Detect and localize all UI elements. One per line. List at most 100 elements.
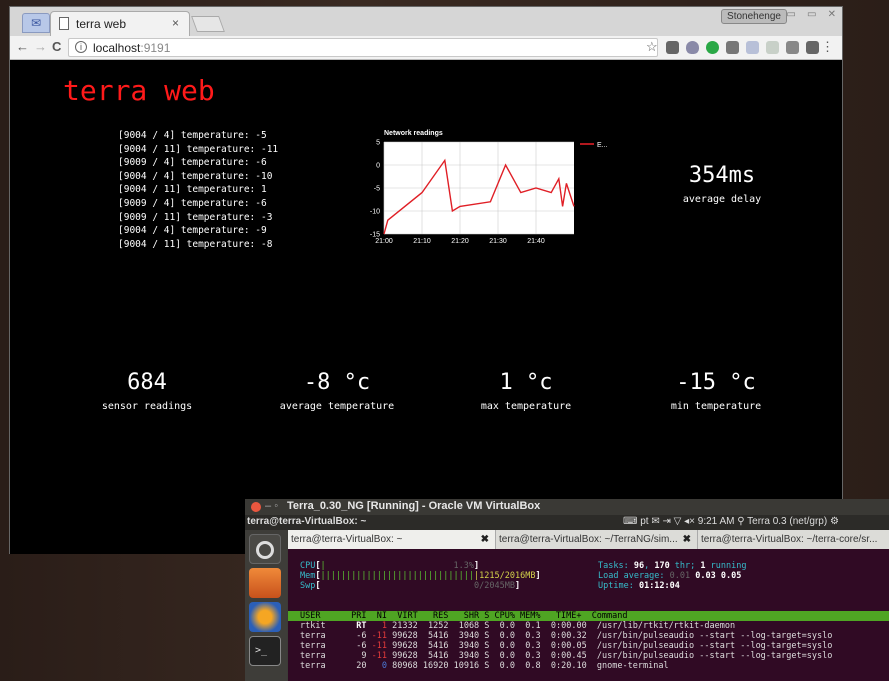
extension-shield-icon[interactable] xyxy=(686,41,699,54)
stat-min-temperature: -15 °c min temperature xyxy=(621,370,811,412)
process-shr: 1068 xyxy=(448,621,480,631)
process-mem: 0.8 xyxy=(515,661,541,671)
virtualbox-window: – ◦ Terra_0.30_NG [Running] - Oracle VM … xyxy=(245,499,889,681)
avg-temp-value: -8 °c xyxy=(303,370,371,395)
process-cpu: 0.0 xyxy=(489,651,516,661)
x-tick-label: 21:10 xyxy=(413,238,431,245)
network-readings-chart: Network readings50-5-10-1521:00 21:10 21:2… xyxy=(370,130,608,245)
process-row[interactable]: terra 20 0 80968 16920 10916 S 0.0 0.8 0… xyxy=(300,661,669,671)
readings-value: 684 xyxy=(127,370,167,395)
profile-icon[interactable]: ✉ xyxy=(22,13,50,33)
unity-launcher: >_ xyxy=(245,530,287,681)
tab-close-icon[interactable]: ✖ xyxy=(481,530,489,549)
guest-tray[interactable]: ⌨ pt ✉ ⇥ ▽ ◂× 9:21 AM ⚲ Terra 0.3 (net/g… xyxy=(623,516,839,527)
delay-label: average delay xyxy=(682,194,762,205)
site-info-icon[interactable]: i xyxy=(75,41,87,53)
address-bar[interactable]: i localhost:9191 xyxy=(68,38,658,57)
forward-icon[interactable]: → xyxy=(34,39,47,54)
maximize-icon[interactable]: ◦ xyxy=(274,500,278,512)
tasks-label: Tasks: xyxy=(598,561,634,571)
tasks-count: 96 xyxy=(633,561,645,571)
process-cpu: 0.0 xyxy=(489,661,516,671)
extension-pocket-icon[interactable] xyxy=(666,41,679,54)
process-s: S xyxy=(479,651,490,661)
terminal-tab-1[interactable]: terra@terra-VirtualBox: ~ ✖ xyxy=(288,530,496,549)
stat-sensor-readings: 684 sensor readings xyxy=(52,370,242,412)
gnome-terminal[interactable]: terra@terra-VirtualBox: ~ ✖ terra@terra-… xyxy=(288,530,889,681)
extension-dropbox-icon[interactable] xyxy=(746,41,759,54)
process-ni: -11 xyxy=(366,651,388,661)
reading-line: [9009 / 11] temperature: -3 xyxy=(118,211,273,223)
load-5: 0.03 xyxy=(695,571,716,581)
browser-tab[interactable]: terra web × xyxy=(50,11,190,36)
process-row[interactable]: rtkit RT 1 21332 1252 1068 S 0.0 0.1 0:0… xyxy=(300,621,735,631)
menu-icon[interactable]: ⋮ xyxy=(821,39,834,55)
readings-list: [9004 / 4] temperature: -5 [9004 / 11] te… xyxy=(118,129,278,251)
files-icon[interactable] xyxy=(249,568,281,598)
bookmark-star-icon[interactable]: ☆ xyxy=(646,39,658,55)
extension-settings-icon[interactable] xyxy=(786,41,799,54)
profile-name-button[interactable]: Stonehenge xyxy=(721,9,787,24)
reading-line: [9004 / 4] temperature: -5 xyxy=(118,130,267,141)
process-virt: 21332 xyxy=(387,621,418,631)
process-user: terra xyxy=(300,631,341,641)
process-header-text[interactable]: USER PRI NI VIRT RES SHR S CPU% MEM% TIM… xyxy=(300,611,628,621)
load-1: 0.01 xyxy=(669,571,691,581)
reading-line: [9004 / 4] temperature: -9 xyxy=(118,225,267,237)
dash-icon[interactable] xyxy=(249,534,281,564)
minimize-icon[interactable]: – xyxy=(265,500,271,512)
tab-close-icon[interactable]: × xyxy=(172,16,179,30)
process-cpu: 0.0 xyxy=(489,621,516,631)
terminal-tab-label: terra@terra-VirtualBox: ~/TerraNG/sim... xyxy=(499,534,678,545)
tasks-sep: , xyxy=(644,561,655,571)
browser-toolbar: ← → C i localhost:9191 ☆ ⋮ xyxy=(10,36,842,60)
reading-line: [9004 / 4] temperature: -10 xyxy=(118,170,273,182)
x-tick-label: 21:30 xyxy=(489,238,507,245)
swap-meter: Swp[ 0/2045MB] xyxy=(300,581,521,591)
url-host: localhost xyxy=(93,41,141,55)
process-row[interactable]: terra -6 -11 99628 5416 3940 S 0.0 0.3 0… xyxy=(300,641,832,651)
process-row[interactable]: terra -6 -11 99628 5416 3940 S 0.0 0.3 0… xyxy=(300,631,832,641)
back-icon[interactable]: ← xyxy=(16,39,29,54)
terminal-tab-3[interactable]: terra@terra-VirtualBox: ~/terra-core/sr.… xyxy=(698,530,889,549)
extension-counter-icon[interactable] xyxy=(806,41,819,54)
reload-icon[interactable]: C xyxy=(52,39,61,54)
process-shr: 3940 xyxy=(448,651,480,661)
extension-green-icon[interactable] xyxy=(706,41,719,54)
extension-grid-icon[interactable] xyxy=(766,41,779,54)
mem-value: 1215/2016MB xyxy=(479,571,536,581)
extension-mail-icon[interactable] xyxy=(726,41,739,54)
process-row[interactable]: terra 9 -11 99628 5416 3940 S 0.0 0.3 0:… xyxy=(300,651,832,661)
firefox-icon[interactable] xyxy=(249,602,281,632)
process-mem: 0.1 xyxy=(515,621,541,631)
terminal-icon[interactable]: >_ xyxy=(249,636,281,666)
new-tab-button[interactable] xyxy=(191,16,225,32)
reading-line: [9009 / 4] temperature: -6 xyxy=(118,197,267,209)
window-controls[interactable]: ▭ ▭ ✕ xyxy=(786,9,840,20)
process-ni: -11 xyxy=(366,631,388,641)
threads-label: thr; xyxy=(669,561,701,571)
process-virt: 99628 xyxy=(387,651,418,661)
process-pri: -6 xyxy=(340,641,367,651)
process-s: S xyxy=(479,641,490,651)
process-time: 0:00.00 xyxy=(540,621,587,631)
process-ni: 1 xyxy=(366,621,388,631)
window-menu-icons[interactable]: – ◦ xyxy=(265,500,278,512)
process-header[interactable]: USER PRI NI VIRT RES SHR S CPU% MEM% TIM… xyxy=(288,611,889,621)
uptime-value: 01:12:04 xyxy=(638,581,680,591)
process-cmd: /usr/bin/pulseaudio --start --log-target… xyxy=(586,641,833,651)
terminal-tab-2[interactable]: terra@terra-VirtualBox: ~/TerraNG/sim...… xyxy=(496,530,698,549)
tab-close-icon[interactable]: ✖ xyxy=(683,530,691,549)
process-pri: RT xyxy=(340,621,367,631)
stat-max-temperature: 1 °c max temperature xyxy=(431,370,621,412)
process-virt: 99628 xyxy=(387,641,418,651)
process-time: 0:00.45 xyxy=(540,651,587,661)
process-pri: 20 xyxy=(340,661,367,671)
close-icon[interactable] xyxy=(251,502,261,512)
delay-value: 354ms xyxy=(688,163,756,188)
htop-view: CPU[| 1.3%] Mem[||||||||||||||||||||||||… xyxy=(288,549,889,681)
browser-window: ✉ terra web × Stonehenge ▭ ▭ ✕ ← → C i l… xyxy=(9,6,843,554)
cpu-bar: | xyxy=(320,561,326,571)
tab-title: terra web xyxy=(76,17,127,31)
process-s: S xyxy=(479,621,490,631)
